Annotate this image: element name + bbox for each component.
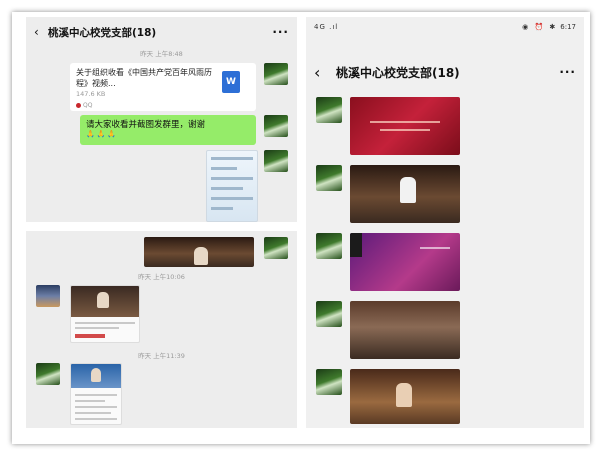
chat-panel-right: 4G .ıl ◉ ⏰ ✱ 6:17 ‹ 桃溪中心校党支部(18) ··· — [306, 17, 584, 428]
file-message-card[interactable]: 关于组织收看《中国共产党百年风雨历程》视频... 147.6 KB QQ W — [70, 63, 256, 111]
avatar[interactable] — [36, 363, 60, 385]
avatar[interactable] — [316, 369, 342, 395]
image-message[interactable] — [350, 165, 460, 223]
timestamp: 昨天 上午10:06 — [138, 273, 185, 281]
word-doc-icon: W — [222, 71, 240, 93]
avatar[interactable] — [264, 63, 288, 85]
image-message[interactable] — [350, 301, 460, 359]
image-message[interactable] — [350, 97, 460, 155]
timestamp: 昨天 上午11:39 — [138, 352, 185, 360]
image-message[interactable] — [70, 363, 122, 425]
ellipsis-icon[interactable]: ··· — [559, 65, 576, 79]
avatar[interactable] — [264, 237, 288, 259]
clock-time: 6:17 — [560, 23, 576, 31]
file-name: 关于组织收看《中国共产党百年风雨历程》视频... — [76, 68, 212, 88]
avatar[interactable] — [316, 165, 342, 191]
chat-header: ‹ 桃溪中心校党支部(18) ··· — [306, 57, 584, 87]
avatar[interactable] — [316, 233, 342, 259]
status-bar: 4G .ıl ◉ ⏰ ✱ 6:17 — [306, 17, 584, 37]
qq-icon — [76, 103, 81, 108]
image-message[interactable] — [144, 237, 254, 267]
signal-icon: 4G .ıl — [314, 23, 339, 31]
sent-text-bubble[interactable]: 请大家收看并截图发群里，谢谢 🙏🙏🙏 — [80, 115, 256, 145]
avatar[interactable] — [264, 150, 288, 172]
chat-title: 桃溪中心校党支部(18) — [48, 26, 157, 39]
image-message[interactable] — [206, 150, 258, 222]
image-message[interactable] — [70, 285, 140, 343]
chevron-left-icon[interactable]: ‹ — [314, 63, 328, 82]
avatar[interactable] — [264, 115, 288, 137]
status-icons: ◉ ⏰ ✱ — [522, 23, 558, 31]
avatar[interactable] — [316, 97, 342, 123]
chat-panel-bottom-left: 昨天 上午10:06 昨天 上午11:39 — [26, 231, 297, 428]
avatar[interactable] — [316, 301, 342, 327]
chevron-left-icon[interactable]: ‹ — [34, 25, 48, 39]
avatar[interactable] — [36, 285, 60, 307]
ellipsis-icon[interactable]: ··· — [272, 25, 289, 39]
file-source: QQ — [76, 102, 92, 109]
chat-panel-top-left: ‹ 桃溪中心校党支部(18) ··· 昨天 上午8:48 关于组织收看《中国共产… — [26, 17, 297, 222]
image-message[interactable] — [350, 369, 460, 424]
message-text: 请大家收看并截图发群里，谢谢 — [86, 120, 206, 130]
pray-emoji: 🙏🙏🙏 — [86, 130, 119, 138]
chat-title: 桃溪中心校党支部(18) — [336, 65, 460, 80]
image-message[interactable] — [350, 233, 460, 291]
chat-header: ‹ 桃溪中心校党支部(18) ··· — [26, 17, 297, 47]
timestamp: 昨天 上午8:48 — [140, 50, 183, 58]
